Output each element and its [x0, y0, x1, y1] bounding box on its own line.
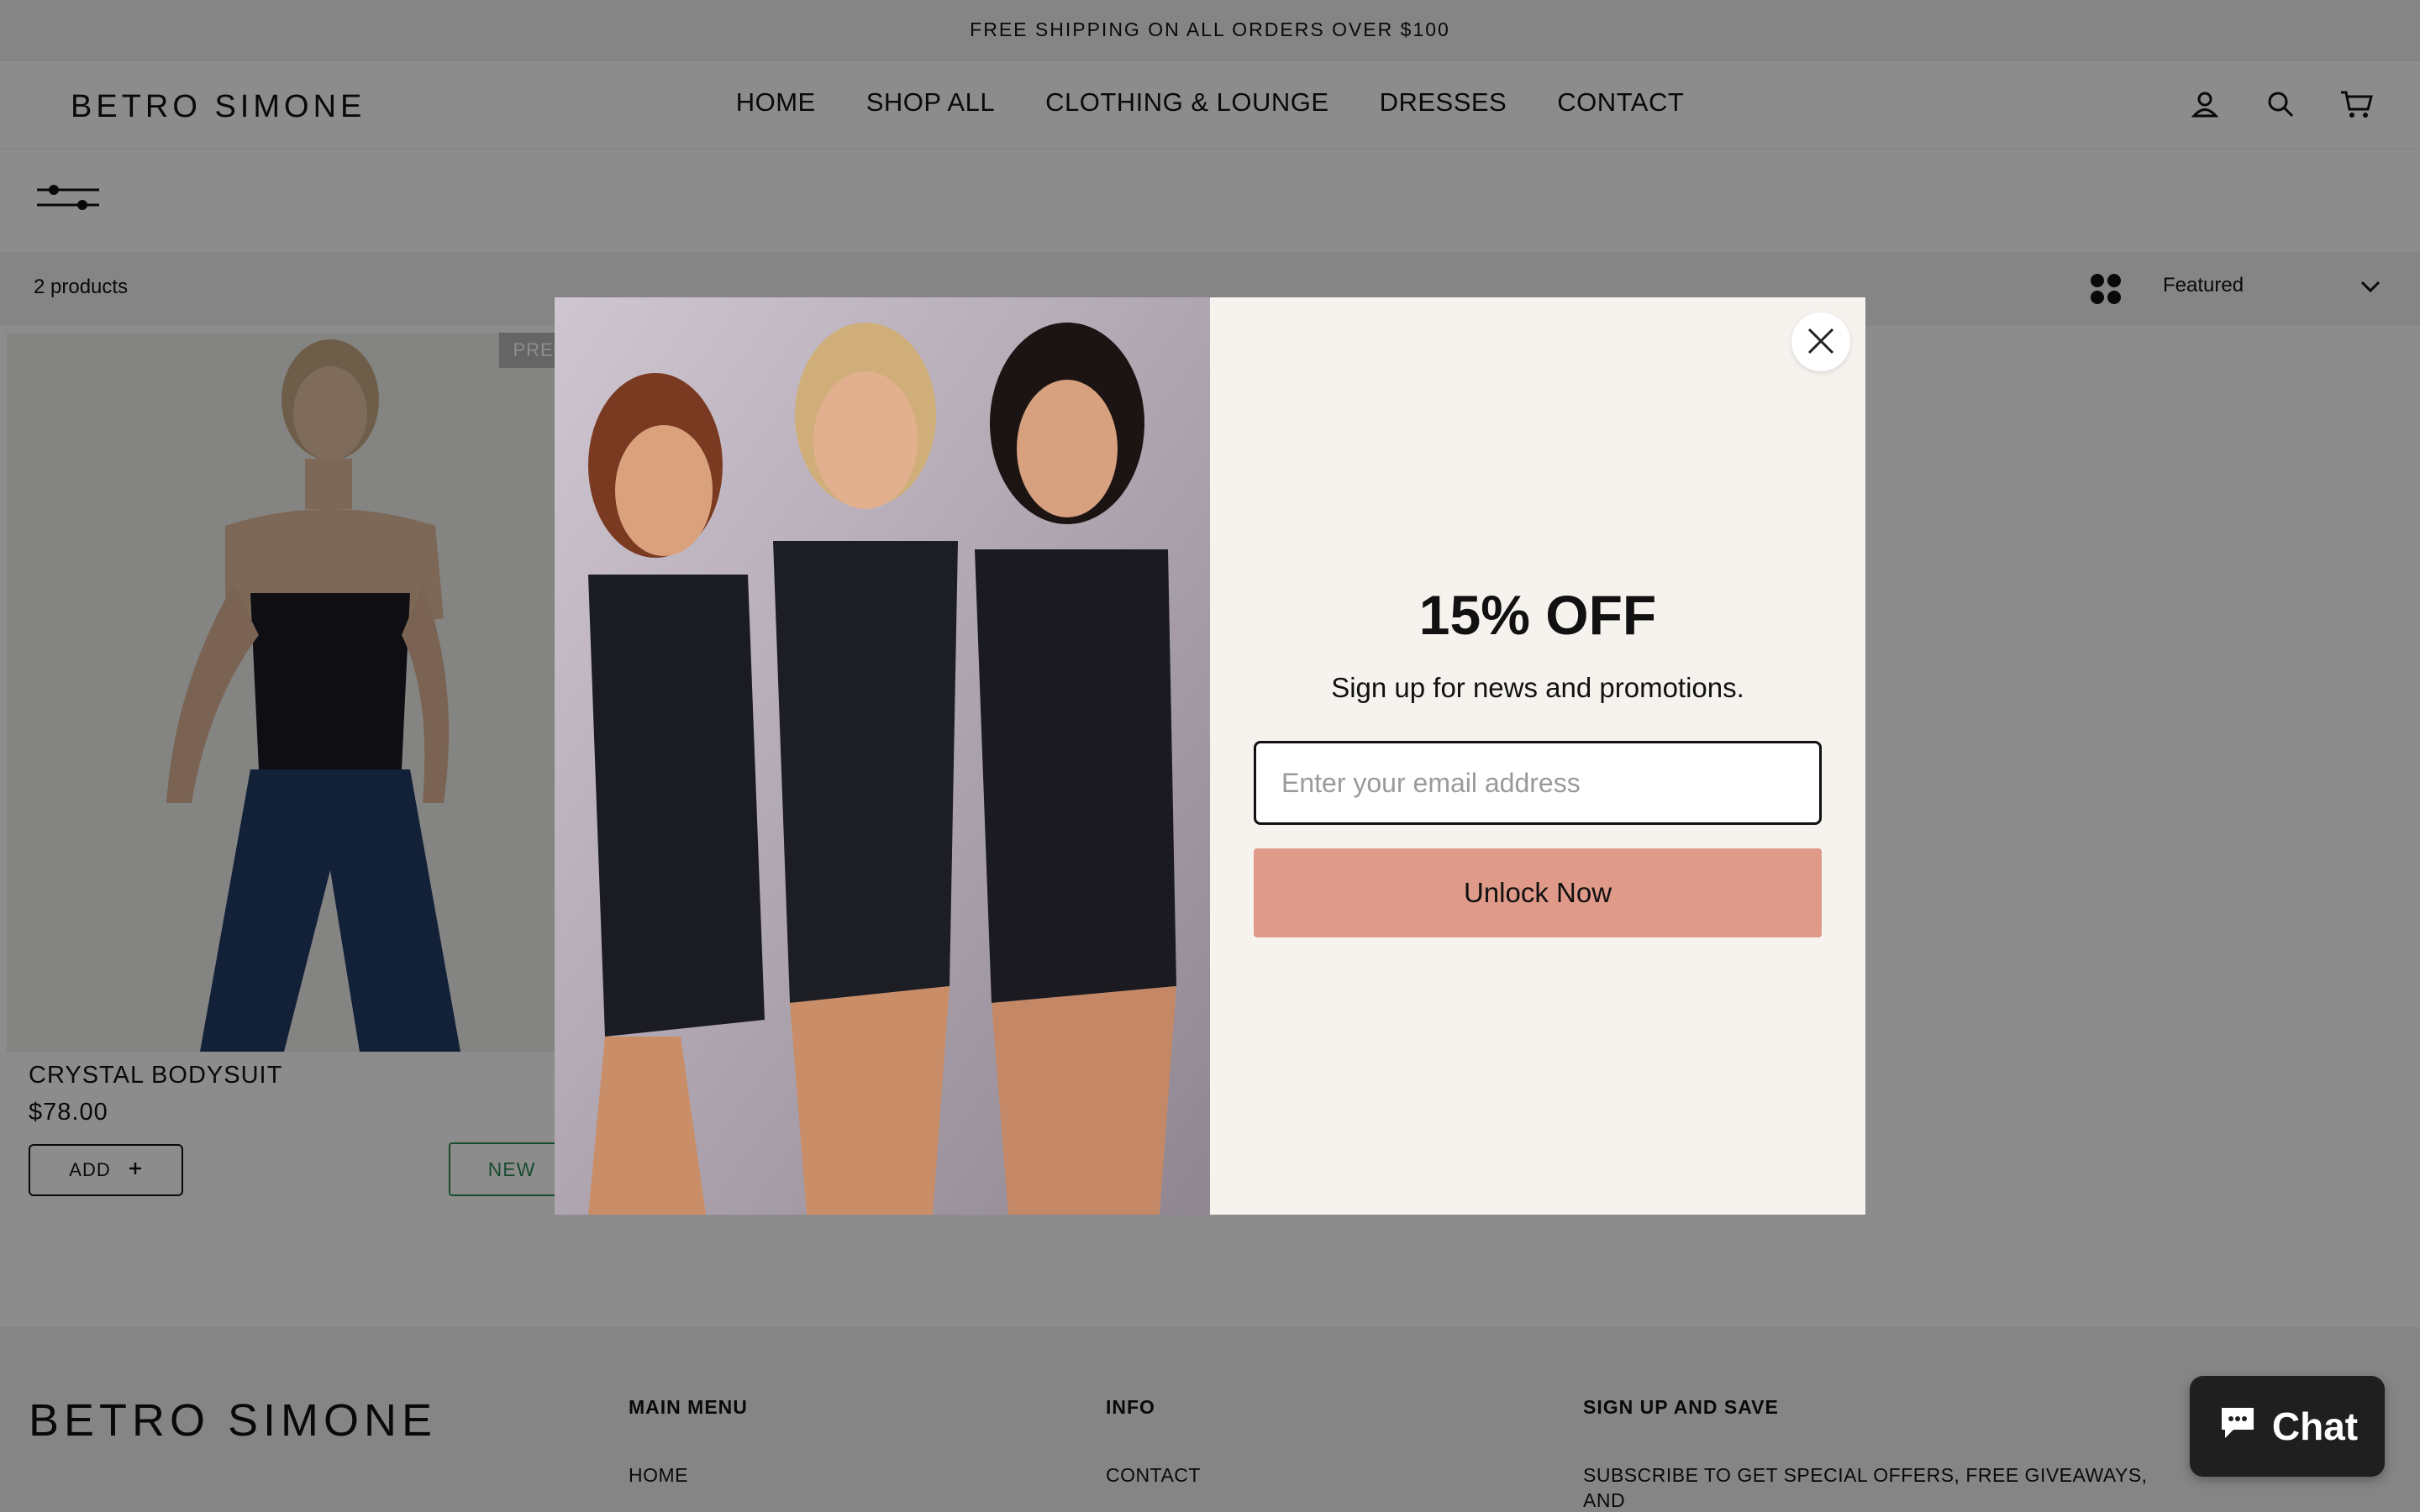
close-icon — [1807, 327, 1835, 358]
chat-widget-button[interactable]: Chat — [2190, 1376, 2385, 1477]
discount-popup: 15% OFF Sign up for news and promotions.… — [555, 297, 1865, 1215]
email-field[interactable] — [1254, 741, 1822, 825]
unlock-now-button[interactable]: Unlock Now — [1254, 848, 1822, 937]
popup-title: 15% OFF — [1418, 584, 1657, 646]
chat-label: Chat — [2271, 1404, 2359, 1448]
popup-image — [555, 297, 1210, 1215]
popup-form-panel: 15% OFF Sign up for news and promotions.… — [1210, 297, 1865, 1215]
chat-bubble-icon — [2217, 1401, 2259, 1452]
popup-subtitle: Sign up for news and promotions. — [1331, 672, 1744, 703]
close-popup-button[interactable] — [1791, 312, 1850, 371]
